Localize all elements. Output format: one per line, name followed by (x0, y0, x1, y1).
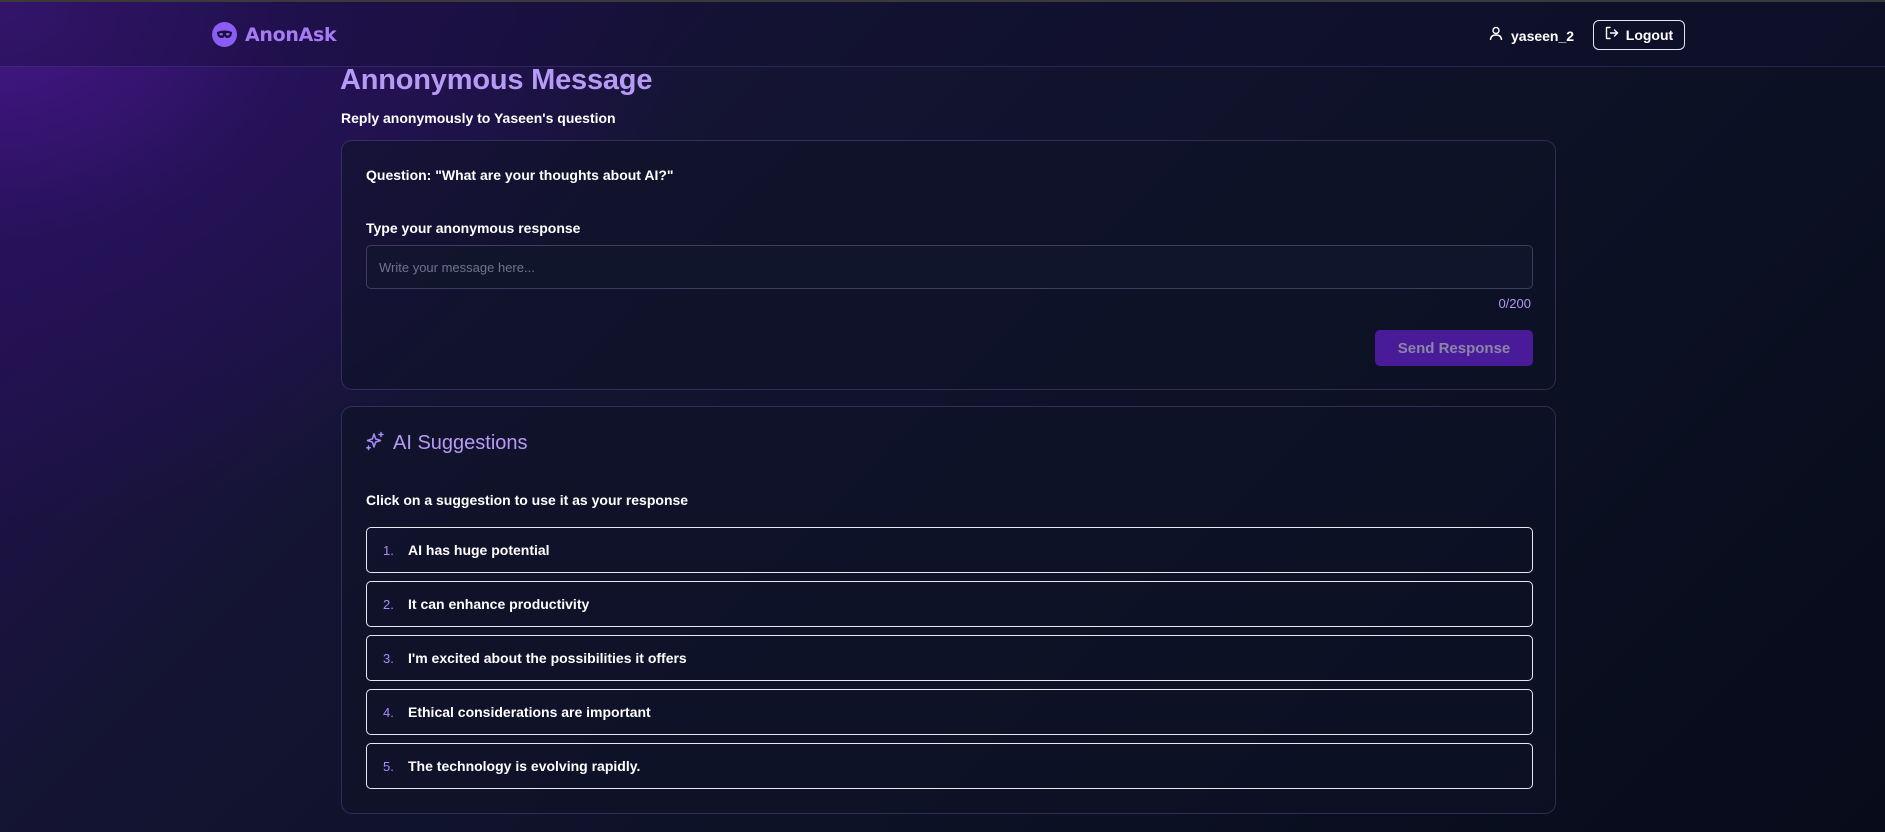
send-response-button[interactable]: Send Response (1375, 330, 1533, 366)
response-card: Question: "What are your thoughts about … (341, 140, 1556, 390)
username: yaseen_2 (1511, 28, 1575, 44)
logout-button[interactable]: Logout (1593, 20, 1685, 50)
page-subtitle: Reply anonymously to Yaseen's question (341, 110, 616, 126)
suggestions-header: AI Suggestions (365, 431, 528, 456)
char-counter: 0/200 (1498, 296, 1531, 311)
suggestion-number: 2. (383, 596, 394, 612)
brand-name: AnonAsk (245, 23, 337, 46)
navbar: AnonAsk yaseen_2 Logout (0, 2, 1885, 67)
brand[interactable]: AnonAsk (212, 22, 337, 47)
suggestion-text: I'm excited about the possibilities it o… (408, 650, 687, 666)
logout-label: Logout (1625, 27, 1674, 43)
user-icon (1489, 26, 1503, 46)
suggestion-number: 4. (383, 704, 394, 720)
suggestion-text: It can enhance productivity (408, 596, 590, 612)
suggestions-card: AI Suggestions Click on a suggestion to … (341, 406, 1556, 814)
suggestion-item[interactable]: 3. I'm excited about the possibilities i… (366, 635, 1533, 681)
response-label: Type your anonymous response (366, 220, 581, 236)
page-title: Annonymous Message (340, 64, 653, 96)
suggestions-list: 1. AI has huge potential 2. It can enhan… (366, 527, 1533, 797)
mask-icon (212, 22, 237, 47)
user-info: yaseen_2 (1489, 26, 1574, 46)
response-input[interactable] (366, 245, 1533, 289)
question-text: Question: "What are your thoughts about … (366, 167, 674, 183)
suggestion-text: The technology is evolving rapidly. (408, 758, 641, 774)
suggestion-item[interactable]: 1. AI has huge potential (366, 527, 1533, 573)
suggestion-text: Ethical considerations are important (408, 704, 651, 720)
suggestion-number: 1. (383, 542, 394, 558)
suggestion-item[interactable]: 5. The technology is evolving rapidly. (366, 743, 1533, 789)
sparkles-icon (365, 431, 385, 456)
suggestions-title: AI Suggestions (393, 432, 528, 454)
suggestion-item[interactable]: 2. It can enhance productivity (366, 581, 1533, 627)
suggestion-number: 3. (383, 650, 394, 666)
logout-icon (1605, 26, 1619, 45)
suggestions-hint: Click on a suggestion to use it as your … (366, 492, 689, 508)
suggestion-number: 5. (383, 758, 394, 774)
suggestion-item[interactable]: 4. Ethical considerations are important (366, 689, 1533, 735)
suggestion-text: AI has huge potential (408, 542, 550, 558)
